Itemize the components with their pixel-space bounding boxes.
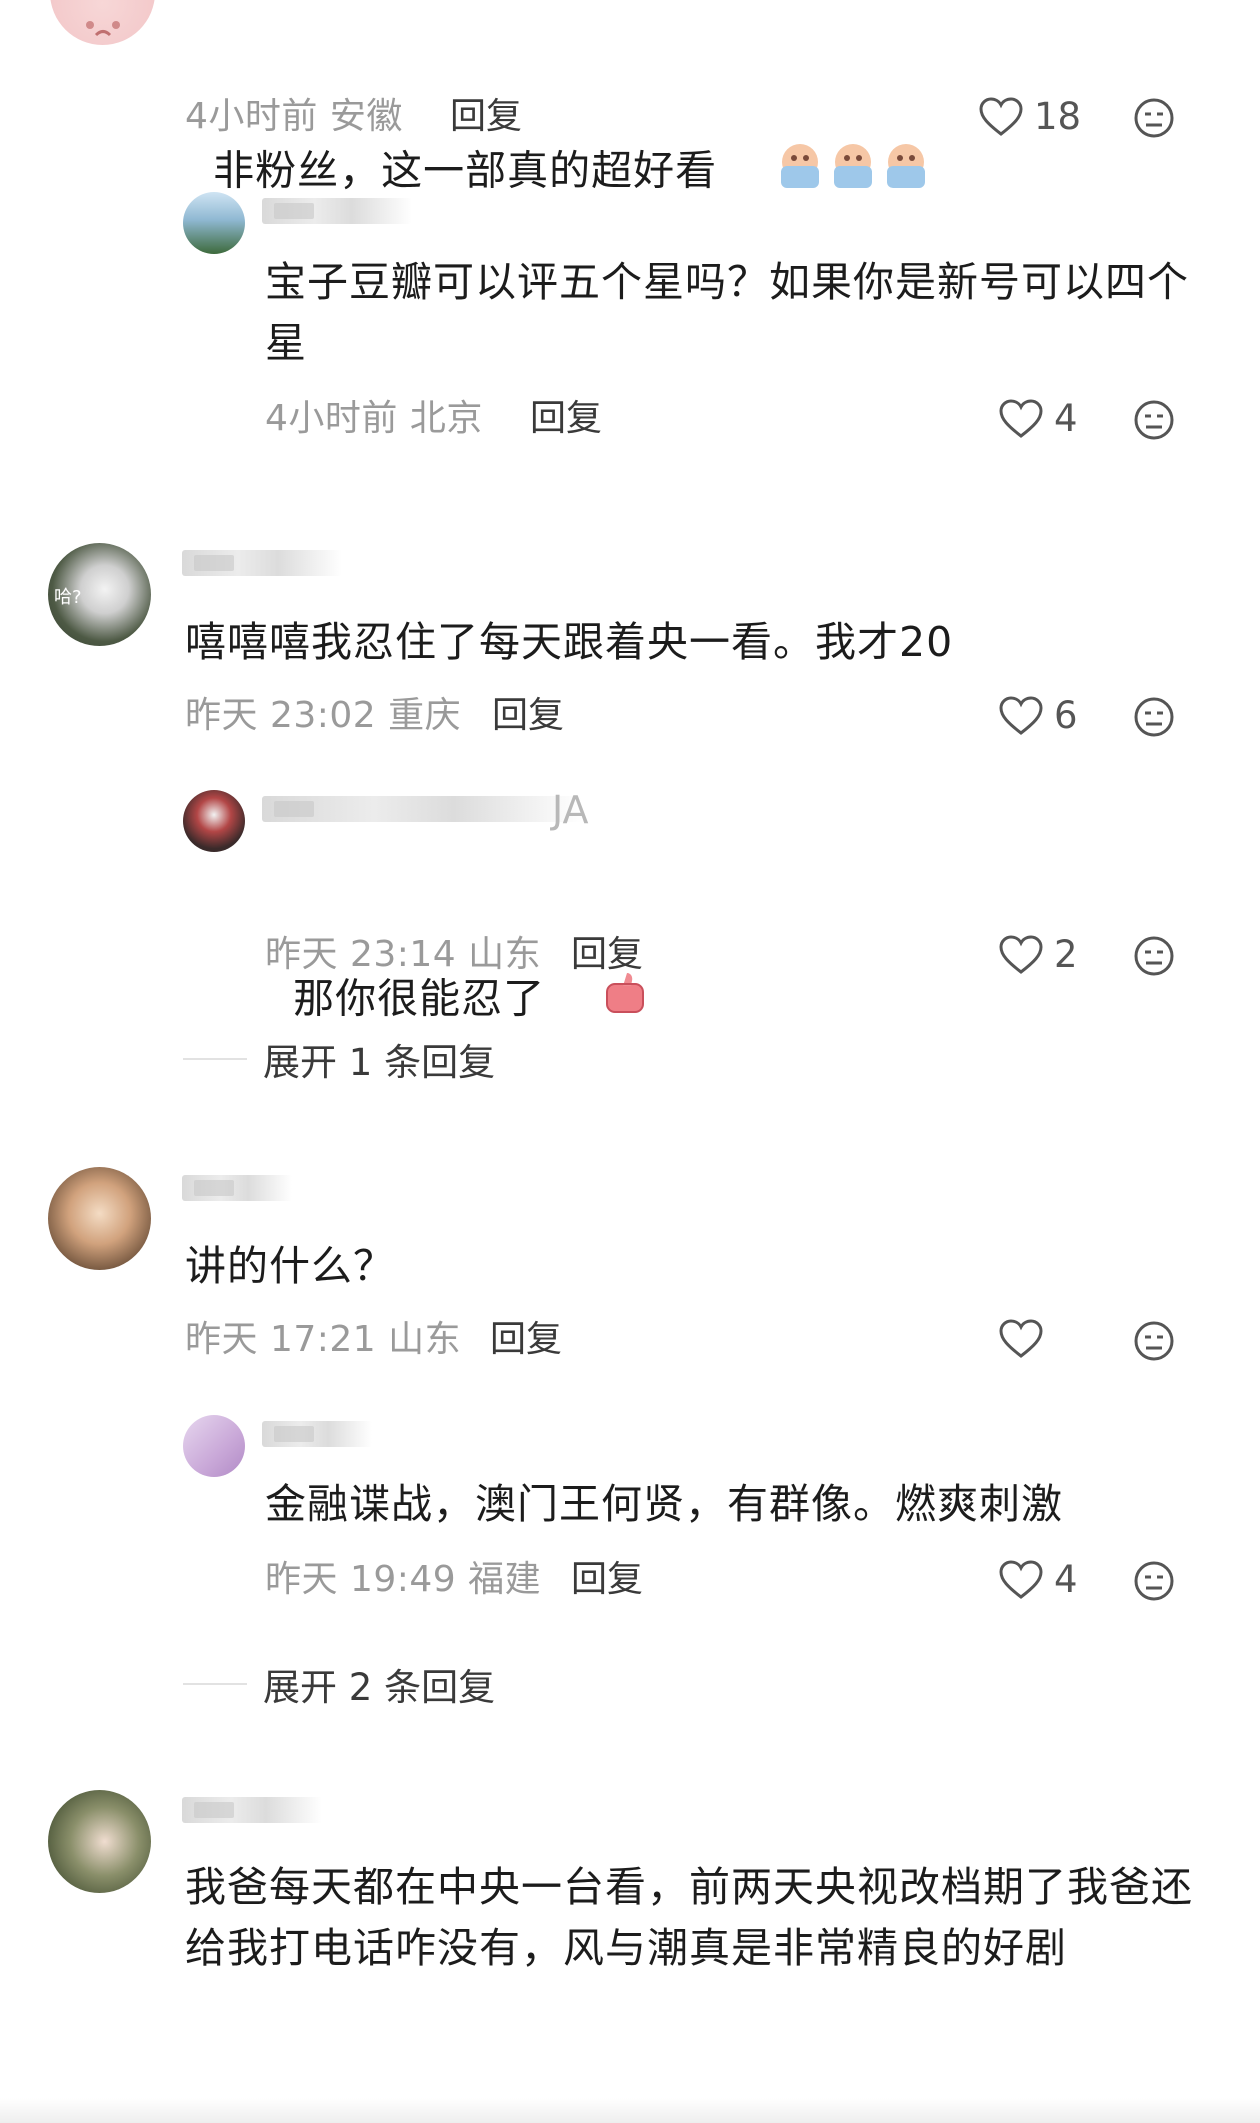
like-count: 4 [1054, 1558, 1078, 1601]
reply-button[interactable]: 回复 [571, 1558, 643, 1602]
like-count: 4 [1054, 397, 1078, 440]
like-count: 18 [1034, 95, 1082, 138]
like-button[interactable]: 4 [998, 1558, 1078, 1602]
reply-button[interactable]: 回复 [450, 95, 522, 139]
meh-face-icon[interactable] [1133, 1320, 1175, 1362]
username-blurred [182, 1175, 292, 1201]
comment-meta: 昨天 19:49 福建 [265, 1559, 542, 1600]
like-button[interactable]: 4 [998, 397, 1078, 441]
heart-outline-icon [999, 696, 1043, 735]
divider [183, 1683, 247, 1685]
heart-outline-icon [999, 935, 1043, 974]
divider [183, 1058, 247, 1060]
emoji-icon [717, 75, 933, 272]
like-button[interactable]: 2 [998, 933, 1078, 977]
expand-replies-button[interactable]: 展开 1 条回复 [183, 1032, 495, 1086]
heart-outline-icon [999, 399, 1043, 438]
avatar[interactable] [50, 0, 155, 45]
comment-meta: 4小时前 安徽 [185, 96, 403, 137]
like-button[interactable]: 6 [998, 694, 1078, 738]
comment-text: 宝子豆瓣可以评五个星吗？如果你是新号可以四个星 [265, 258, 1189, 367]
like-button[interactable] [998, 1318, 1044, 1360]
comment-text: 我爸每天都在中央一台看，前两天央视改档期了我爸还给我打电话咋没有，风与潮真是非常… [185, 1863, 1193, 1972]
avatar[interactable] [48, 1167, 151, 1270]
heart-outline-icon [999, 1319, 1043, 1358]
avatar[interactable] [183, 192, 245, 254]
meh-face-icon[interactable] [1133, 696, 1175, 738]
avatar[interactable] [183, 790, 245, 852]
comment-meta: 昨天 17:21 山东 [185, 1319, 462, 1360]
username-blurred [182, 1797, 322, 1823]
expand-replies-button[interactable]: 展开 2 条回复 [183, 1657, 495, 1711]
like-button[interactable]: 18 [978, 95, 1081, 139]
comment-meta: 昨天 23:02 重庆 [185, 695, 462, 736]
avatar[interactable] [48, 1790, 151, 1893]
reply-button[interactable]: 回复 [530, 397, 602, 441]
heart-outline-icon [979, 97, 1023, 136]
username-blurred [262, 796, 582, 822]
reply-button[interactable]: 回复 [571, 933, 643, 977]
like-count: 2 [1054, 933, 1078, 976]
comment-text: 嘻嘻嘻我忍住了每天跟着央一看。我才20 [185, 618, 954, 666]
avatar-caption: 哈? [54, 587, 82, 608]
expand-replies-label: 展开 1 条回复 [263, 1041, 496, 1084]
bottom-fade [0, 2098, 1260, 2123]
comment-text: 讲的什么？ [185, 1242, 395, 1290]
reply-button[interactable]: 回复 [492, 694, 564, 738]
username-blurred [262, 1421, 372, 1447]
meh-face-icon[interactable] [1133, 97, 1175, 139]
like-count: 6 [1054, 694, 1078, 737]
username-blurred [182, 550, 342, 576]
meh-face-icon[interactable] [1133, 1560, 1175, 1602]
username-blurred [262, 198, 412, 224]
heart-outline-icon [999, 1560, 1043, 1599]
comment-text: 金融谍战，澳门王何贤，有群像。燃爽刺激 [265, 1480, 1063, 1528]
meh-face-icon[interactable] [1133, 935, 1175, 977]
comment-meta: 4小时前 北京 [265, 398, 483, 439]
comment-text: 非粉丝，这一部真的超好看 [185, 14, 933, 272]
avatar[interactable] [183, 1415, 245, 1477]
username-tail: JA [552, 788, 589, 832]
comment-meta: 昨天 23:14 山东 [265, 934, 542, 975]
expand-replies-label: 展开 2 条回复 [263, 1666, 496, 1709]
reply-button[interactable]: 回复 [490, 1318, 562, 1362]
meh-face-icon[interactable] [1133, 399, 1175, 441]
avatar[interactable]: 哈? [48, 543, 151, 646]
cartoon-face-icon [86, 21, 120, 37]
